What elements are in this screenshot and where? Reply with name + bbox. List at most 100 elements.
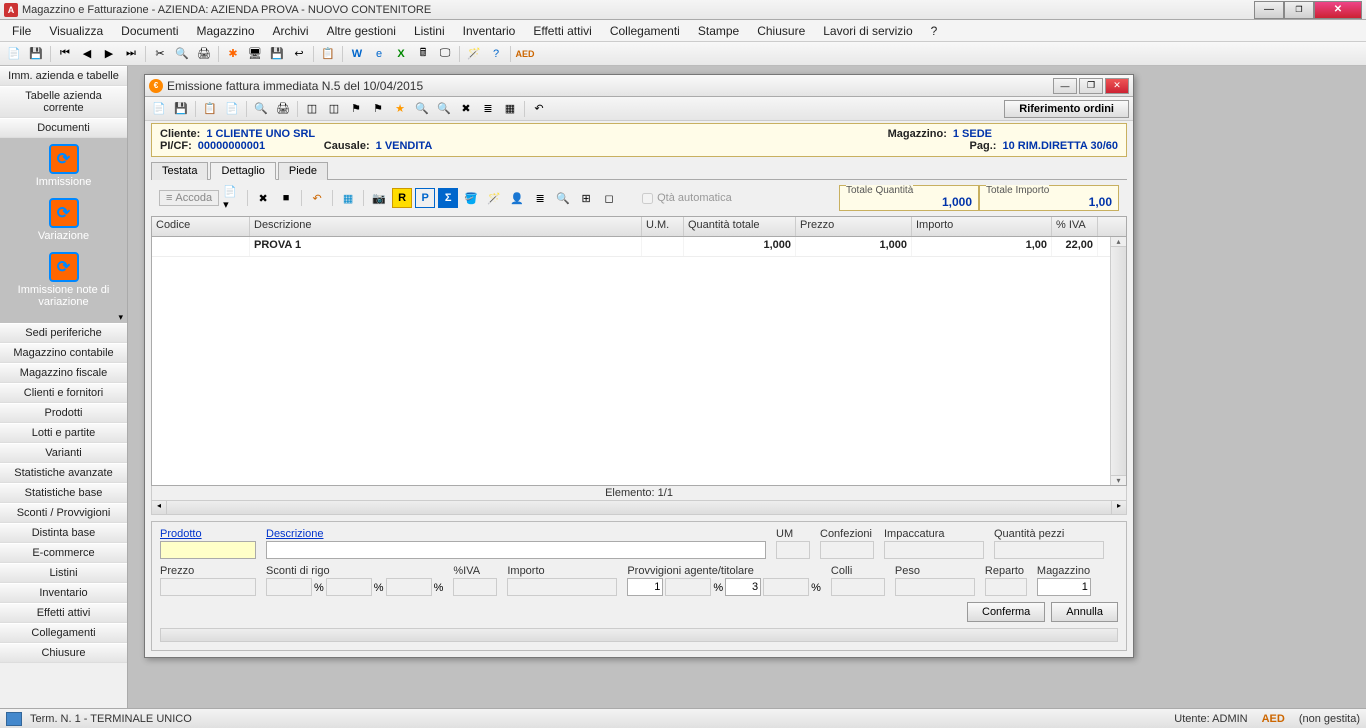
prev-icon[interactable]: ◀ [77,44,97,64]
dt-delete-icon[interactable]: ✖ [253,188,273,208]
form-hscrollbar[interactable] [160,628,1118,642]
menu-inventario[interactable]: Inventario [455,22,524,40]
close-button[interactable] [1314,1,1362,19]
sidebar-item-effetti[interactable]: Effetti attivi [0,603,127,623]
col-descrizione[interactable]: Descrizione [250,217,642,236]
dt-list-icon[interactable]: ≣ [530,188,550,208]
dt-square-icon[interactable]: ◻ [599,188,619,208]
colli-input[interactable] [831,578,885,596]
tab-piede[interactable]: Piede [278,162,328,180]
sidebar-item-chiusure[interactable]: Chiusure [0,643,127,663]
menu-altre-gestioni[interactable]: Altre gestioni [319,22,404,40]
it-box1-icon[interactable]: ◫ [302,99,322,119]
provv-titolare-input[interactable] [725,578,761,596]
dt-bucket-icon[interactable]: 🪣 [461,188,481,208]
sidebar-item-documenti[interactable]: Documenti [0,118,127,138]
menu-effetti-attivi[interactable]: Effetti attivi [525,22,599,40]
screen-icon[interactable]: 🖵 [435,44,455,64]
cut-icon[interactable]: ✂ [150,44,170,64]
help-icon[interactable]: ? [486,44,506,64]
it-new-icon[interactable]: 📄 [149,99,169,119]
descrizione-label[interactable]: Descrizione [266,528,766,540]
wand-icon[interactable]: 🪄 [464,44,484,64]
conferma-button[interactable]: Conferma [967,602,1045,622]
it-save-icon[interactable]: 💾 [171,99,191,119]
menu-magazzino[interactable]: Magazzino [189,22,263,40]
ie-icon[interactable]: e [369,44,389,64]
col-codice[interactable]: Codice [152,217,250,236]
col-prezzo[interactable]: Prezzo [796,217,912,236]
sidebar-item-mag-contabile[interactable]: Magazzino contabile [0,343,127,363]
it-table-icon[interactable]: ▦ [500,99,520,119]
sidebar-item-ecommerce[interactable]: E-commerce [0,543,127,563]
qta-auto-checkbox[interactable] [642,193,653,204]
peso-input[interactable] [895,578,975,596]
menu-documenti[interactable]: Documenti [113,22,186,40]
it-copy-icon[interactable]: 📋 [200,99,220,119]
sidebar-item-stat-base[interactable]: Statistiche base [0,483,127,503]
sidebar-item-distinta[interactable]: Distinta base [0,523,127,543]
it-report-icon[interactable]: ≣ [478,99,498,119]
provv-agente-input[interactable] [627,578,663,596]
sidebar-item-listini[interactable]: Listini [0,563,127,583]
descrizione-input[interactable] [266,541,766,559]
prodotto-label[interactable]: Prodotto [160,528,256,540]
inner-minimize-button[interactable]: — [1053,78,1077,94]
sidebar-expand-icon[interactable]: ▾ [0,312,127,323]
menu-help[interactable]: ? [923,22,946,40]
accoda-button[interactable]: ≡ Accoda [159,190,219,206]
print-preview-icon[interactable]: 🔍 [172,44,192,64]
menu-stampe[interactable]: Stampe [690,22,747,40]
sidebar-item-imm-azienda[interactable]: Imm. azienda e tabelle [0,66,127,86]
sidebar-big-immissione[interactable]: ⟳ Immissione [0,138,127,192]
it-print-preview-icon[interactable]: 🔍 [251,99,271,119]
sidebar-item-lotti[interactable]: Lotti e partite [0,423,127,443]
menu-chiusure[interactable]: Chiusure [749,22,813,40]
dt-camera-icon[interactable]: 📷 [369,188,389,208]
piva-input[interactable] [453,578,497,596]
menu-listini[interactable]: Listini [406,22,453,40]
menu-lavori[interactable]: Lavori di servizio [815,22,920,40]
table-row[interactable]: PROVA 1 1,000 1,000 1,00 22,00 [152,237,1126,257]
grid-vscrollbar[interactable] [1110,237,1126,485]
impaccatura-input[interactable] [884,541,984,559]
col-iva[interactable]: % IVA [1052,217,1098,236]
tool-icon[interactable]: ✱ [223,44,243,64]
new-icon[interactable]: 📄 [4,44,24,64]
last-icon[interactable]: ⏭ [121,44,141,64]
annulla-button[interactable]: Annulla [1051,602,1118,622]
tab-dettaglio[interactable]: Dettaglio [210,162,275,180]
it-paste-icon[interactable]: 📄 [222,99,242,119]
prodotto-input[interactable] [160,541,256,559]
calc-icon[interactable]: 🖩 [413,44,433,64]
sidebar-item-sedi[interactable]: Sedi periferiche [0,323,127,343]
importo-input[interactable] [507,578,617,596]
sidebar-item-clienti[interactable]: Clienti e fornitori [0,383,127,403]
it-zoom-in-icon[interactable]: 🔍 [434,99,454,119]
provv-agente-pct-input[interactable] [665,578,711,596]
it-x-icon[interactable]: ✖ [456,99,476,119]
it-print-icon[interactable]: 🖨 [273,99,293,119]
aed-icon[interactable]: AED [515,44,535,64]
col-importo[interactable]: Importo [912,217,1052,236]
inner-maximize-button[interactable]: ❐ [1079,78,1103,94]
sidebar-item-collegamenti[interactable]: Collegamenti [0,623,127,643]
qta-auto-check[interactable]: Qtà automatica [642,192,732,204]
inner-close-button[interactable]: ✕ [1105,78,1129,94]
sidebar-item-stat-av[interactable]: Statistiche avanzate [0,463,127,483]
word-icon[interactable]: W [347,44,367,64]
disk-icon[interactable]: 💾 [267,44,287,64]
dt-stop-icon[interactable]: ■ [276,188,296,208]
dt-r-icon[interactable]: R [392,188,412,208]
sidebar-item-varianti[interactable]: Varianti [0,443,127,463]
reparto-input[interactable] [985,578,1027,596]
prezzo-input[interactable] [160,578,256,596]
dt-person-icon[interactable]: 👤 [507,188,527,208]
col-um[interactable]: U.M. [642,217,684,236]
excel-icon[interactable]: X [391,44,411,64]
menu-collegamenti[interactable]: Collegamenti [602,22,688,40]
sconto3-input[interactable] [386,578,432,596]
riferimento-ordini-button[interactable]: Riferimento ordini [1004,100,1129,118]
sidebar-item-prodotti[interactable]: Prodotti [0,403,127,423]
grid-hscrollbar[interactable] [151,501,1127,515]
